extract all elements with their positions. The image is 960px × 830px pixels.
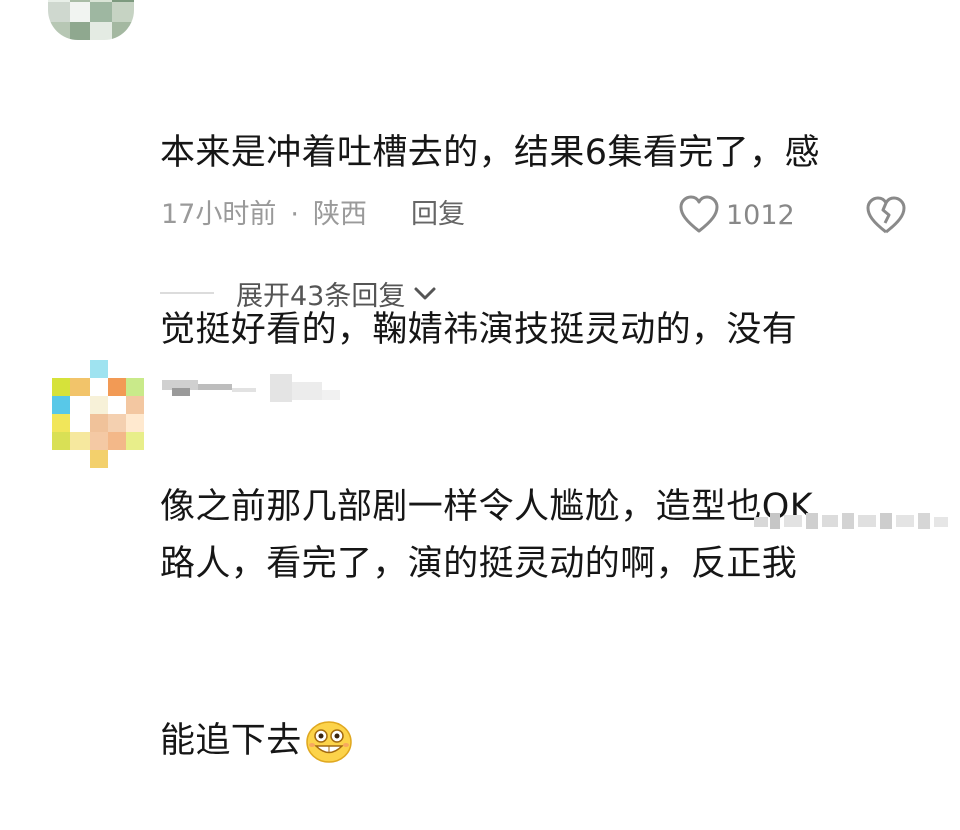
comment-time: 17小时前 <box>161 199 277 230</box>
username-blurred[interactable] <box>162 368 342 408</box>
grinning-face-emoji-icon <box>305 720 352 763</box>
comment-line: 本来是冲着吐槽去的，结果6集看完了，感 <box>160 133 820 173</box>
comment-line-text: 能追下去 <box>160 721 302 761</box>
meta-separator: · <box>290 199 299 230</box>
avatar[interactable] <box>48 0 134 40</box>
dislike-button[interactable] <box>864 196 908 240</box>
comment-location: 陕西 <box>312 199 367 230</box>
comment-body: 路人，看完了，演的挺灵动的啊，反正我 能追下去 <box>160 417 920 830</box>
comment-line: 能追下去 <box>160 712 920 771</box>
chevron-down-icon <box>414 287 436 300</box>
heart-icon <box>679 195 719 233</box>
like-button[interactable]: 1012 <box>678 193 795 237</box>
avatar[interactable] <box>52 360 144 468</box>
like-count: 1012 <box>726 199 795 231</box>
watermark-blurred <box>754 513 948 529</box>
divider-line <box>160 292 214 294</box>
reply-button[interactable]: 回复 <box>411 193 465 237</box>
expand-replies-button[interactable]: 展开43条回复 <box>160 271 439 315</box>
comment-meta: 17小时前 · 陕西 回复 <box>161 193 465 237</box>
broken-heart-icon <box>866 196 906 234</box>
comment-line: 路人，看完了，演的挺灵动的啊，反正我 <box>160 544 798 584</box>
expand-replies-label: 展开43条回复 <box>236 280 406 312</box>
